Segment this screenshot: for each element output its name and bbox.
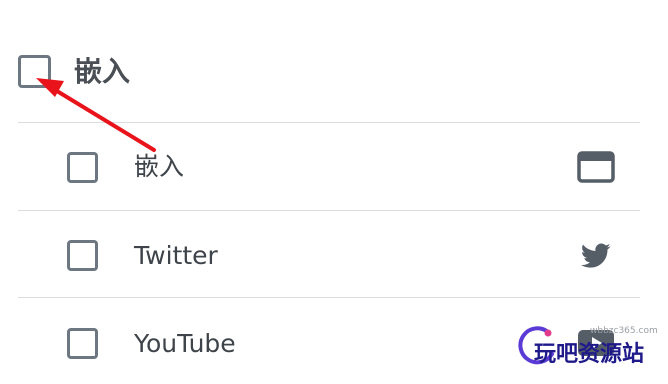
watermark-logo: wbbzc365.com 玩吧资源站: [518, 318, 666, 382]
category-embed-checkbox[interactable]: [18, 55, 51, 88]
embed-block-label: 嵌入: [134, 152, 185, 181]
divider: [18, 122, 640, 123]
youtube-block-checkbox[interactable]: [67, 328, 98, 359]
twitter-block-label: Twitter: [134, 241, 218, 270]
category-embed-title: 嵌入: [74, 55, 131, 88]
block-manager-panel: 嵌入 嵌入 Twitter YouTube wbbzc365.com 玩吧资源站: [0, 0, 668, 384]
embed-block-checkbox[interactable]: [67, 152, 98, 183]
embed-window-icon: [577, 151, 615, 183]
divider: [18, 210, 640, 211]
watermark-url: wbbzc365.com: [590, 326, 658, 336]
twitter-block-checkbox[interactable]: [67, 240, 98, 271]
divider: [18, 297, 640, 298]
watermark-text: 玩吧资源站: [534, 342, 645, 367]
youtube-block-label: YouTube: [134, 329, 236, 358]
twitter-bird-icon: [580, 243, 611, 268]
